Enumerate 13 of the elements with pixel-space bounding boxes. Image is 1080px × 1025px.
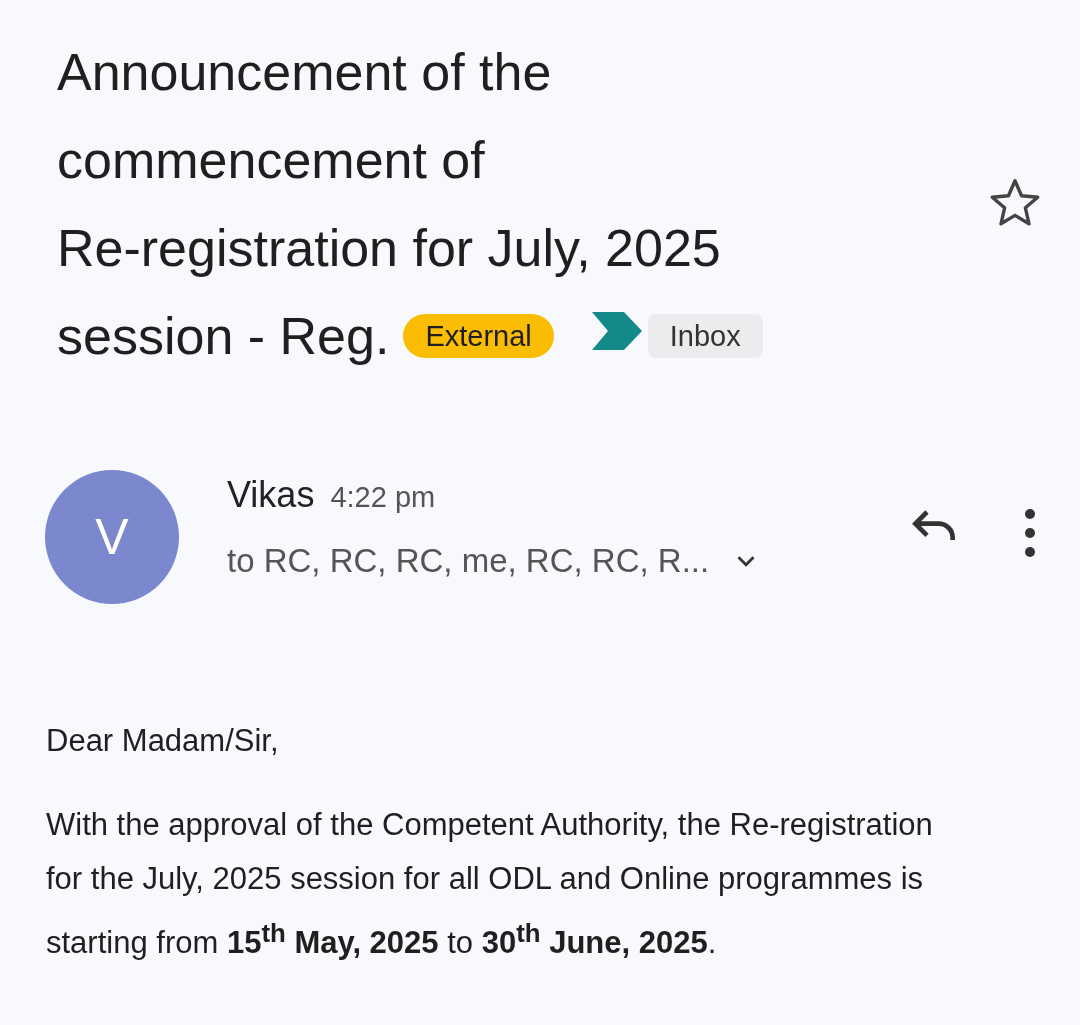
email-subject: commencement of	[57, 131, 485, 189]
email-subject: session - Reg.	[57, 307, 390, 365]
sent-time: 4:22 pm	[330, 481, 436, 514]
sender-name: Vikas	[227, 474, 315, 516]
label-chip: External	[403, 314, 554, 358]
email-subject: Re-registration for July, 2025	[57, 219, 721, 277]
email-subject: Announcement of the	[57, 43, 552, 101]
body-paragraph: Dear Madam/Sir,	[46, 722, 280, 760]
label-chip: Inbox	[647, 314, 763, 358]
body-paragraph: With the approval of the Competent Authority, the Re-registration for the July, 2025 session for all ODL and Online programmes is starting from 15$^{th}$ May, 2025 to 30$^{th}$ June, 2025.	[46, 806, 934, 963]
recipients: to RC, RC, RC, me, RC, RC, R...	[227, 542, 710, 580]
avatar: V	[45, 470, 179, 604]
more-icon[interactable]	[1024, 508, 1036, 558]
